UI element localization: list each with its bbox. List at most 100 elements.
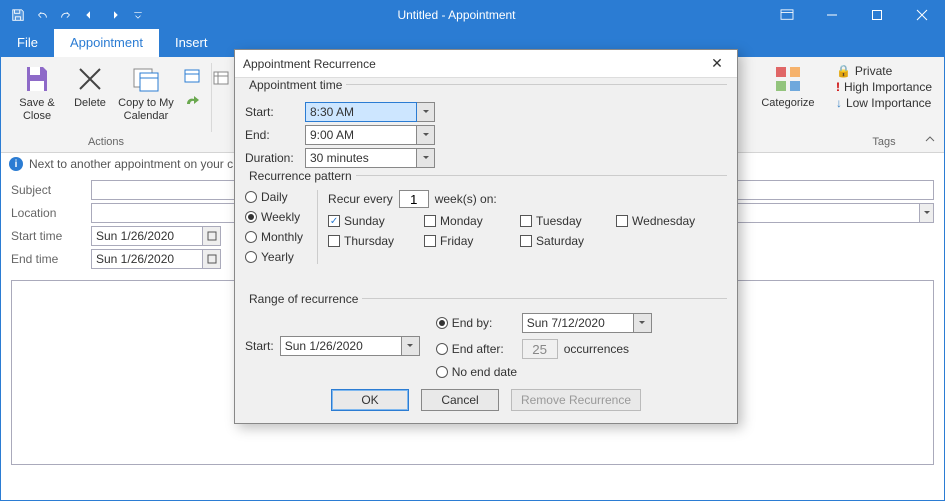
next-icon[interactable]	[103, 4, 125, 26]
end-date-value: Sun 1/26/2020	[92, 252, 202, 266]
tab-appointment[interactable]: Appointment	[54, 29, 159, 57]
dlg-end-select[interactable]: 9:00 AM	[305, 125, 435, 145]
group-show	[212, 57, 230, 152]
previous-icon[interactable]	[79, 4, 101, 26]
group-categorize: Categorize	[752, 57, 824, 152]
end-after-label: End after:	[452, 342, 516, 356]
appointment-view-icon[interactable]	[210, 67, 232, 89]
radio-weekly[interactable]: Weekly	[245, 210, 303, 224]
app-window: Untitled - Appointment File Appointment …	[0, 0, 945, 501]
range-start-value: Sun 1/26/2020	[280, 336, 402, 356]
dlg-duration-label: Duration:	[245, 151, 305, 165]
location-dropdown-icon[interactable]	[920, 203, 934, 223]
chevron-down-icon[interactable]	[417, 148, 435, 168]
dlg-end-value: 9:00 AM	[305, 125, 417, 145]
undo-icon[interactable]	[31, 4, 53, 26]
radio-end-after[interactable]: End after:	[436, 342, 516, 356]
radio-end-by[interactable]: End by:	[436, 316, 516, 330]
dlg-end-label: End:	[245, 128, 305, 142]
dialog-titlebar: Appointment Recurrence ✕	[235, 50, 737, 78]
info-icon: i	[9, 157, 23, 171]
radio-monthly[interactable]: Monthly	[245, 230, 303, 244]
minimize-button[interactable]	[809, 1, 854, 29]
low-importance-toggle[interactable]: ↓Low Importance	[832, 95, 935, 111]
radio-yearly-label: Yearly	[261, 250, 294, 264]
dlg-start-value: 8:30 AM	[305, 102, 417, 122]
chevron-down-icon[interactable]	[634, 313, 652, 333]
end-date-picker-icon[interactable]	[202, 250, 220, 268]
check-friday[interactable]: Friday	[424, 234, 504, 248]
tab-insert[interactable]: Insert	[159, 29, 224, 57]
dlg-duration-select[interactable]: 30 minutes	[305, 148, 435, 168]
pattern-title: Recurrence pattern	[245, 169, 356, 183]
saturday-label: Saturday	[536, 234, 584, 248]
weeks-on-label: week(s) on:	[435, 192, 497, 206]
group-actions: Save & Close Delete Copy to My Calendar …	[1, 57, 211, 152]
end-after-input[interactable]	[522, 339, 558, 359]
ok-button[interactable]: OK	[331, 389, 409, 411]
recur-every-label: Recur every	[328, 192, 393, 206]
chevron-down-icon[interactable]	[402, 336, 420, 356]
titlebar: Untitled - Appointment	[1, 1, 944, 29]
window-controls	[764, 1, 944, 29]
start-date-input[interactable]: Sun 1/26/2020	[91, 226, 221, 246]
start-date-picker-icon[interactable]	[202, 227, 220, 245]
check-monday[interactable]: Monday	[424, 214, 504, 228]
appointment-time-title: Appointment time	[245, 78, 346, 92]
down-arrow-icon: ↓	[836, 96, 842, 110]
start-date-value: Sun 1/26/2020	[92, 229, 202, 243]
save-icon[interactable]	[7, 4, 29, 26]
delete-button[interactable]: Delete	[69, 61, 111, 112]
save-close-label: Save & Close	[11, 97, 63, 123]
check-wednesday[interactable]: Wednesday	[616, 214, 706, 228]
collapse-ribbon-icon[interactable]	[922, 132, 938, 148]
ribbon-display-icon[interactable]	[764, 1, 809, 29]
end-by-select[interactable]: Sun 7/12/2020	[522, 313, 652, 333]
qat-customize-icon[interactable]	[127, 4, 149, 26]
start-time-label: Start time	[11, 229, 91, 243]
dialog-title: Appointment Recurrence	[243, 57, 376, 71]
check-sunday[interactable]: Sunday	[328, 214, 408, 228]
cancel-button[interactable]: Cancel	[421, 389, 499, 411]
calendar-small-icon[interactable]	[181, 65, 203, 87]
end-date-input[interactable]: Sun 1/26/2020	[91, 249, 221, 269]
forward-small-icon[interactable]	[181, 89, 203, 111]
radio-yearly[interactable]: Yearly	[245, 250, 303, 264]
range-start-label: Start:	[245, 339, 274, 353]
remove-recurrence-button[interactable]: Remove Recurrence	[511, 389, 641, 411]
private-label: Private	[855, 64, 892, 78]
save-close-button[interactable]: Save & Close	[9, 61, 65, 125]
radio-weekly-label: Weekly	[261, 210, 300, 224]
copy-calendar-button[interactable]: Copy to My Calendar	[115, 61, 177, 125]
end-by-label: End by:	[452, 316, 516, 330]
chevron-down-icon[interactable]	[417, 125, 435, 145]
redo-icon[interactable]	[55, 4, 77, 26]
maximize-button[interactable]	[854, 1, 899, 29]
check-thursday[interactable]: Thursday	[328, 234, 408, 248]
dlg-start-select[interactable]: 8:30 AM	[305, 102, 435, 122]
recur-number-input[interactable]	[399, 190, 429, 208]
dlg-duration-value: 30 minutes	[305, 148, 417, 168]
high-importance-toggle[interactable]: ! High Importance	[832, 79, 936, 95]
radio-no-end[interactable]: No end date	[436, 365, 517, 379]
no-end-label: No end date	[452, 365, 517, 379]
subject-label: Subject	[11, 183, 91, 197]
check-tuesday[interactable]: Tuesday	[520, 214, 600, 228]
lock-icon: 🔒	[836, 64, 851, 78]
friday-label: Friday	[440, 234, 473, 248]
exclamation-icon: !	[836, 80, 840, 94]
close-button[interactable]	[899, 1, 944, 29]
range-start-select[interactable]: Sun 1/26/2020	[280, 336, 420, 356]
section-recurrence-pattern: Recurrence pattern Daily Weekly Monthly …	[245, 175, 727, 268]
check-saturday[interactable]: Saturday	[520, 234, 600, 248]
radio-daily-label: Daily	[261, 190, 288, 204]
chevron-down-icon[interactable]	[417, 102, 435, 122]
tab-file[interactable]: File	[1, 29, 54, 57]
private-toggle[interactable]: 🔒 Private	[832, 63, 896, 79]
dialog-close-button[interactable]: ✕	[705, 52, 729, 76]
delete-icon	[74, 63, 106, 95]
high-importance-label: High Importance	[844, 80, 932, 94]
radio-daily[interactable]: Daily	[245, 190, 303, 204]
categorize-button[interactable]: Categorize	[760, 61, 816, 112]
location-label: Location	[11, 206, 91, 220]
